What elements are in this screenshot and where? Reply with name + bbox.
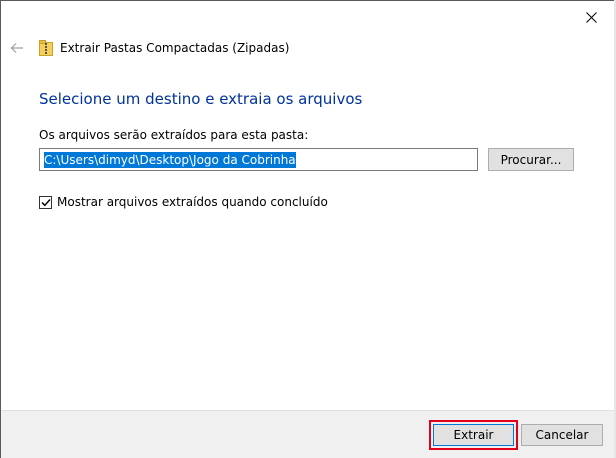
checkmark-icon <box>41 199 51 207</box>
close-button[interactable] <box>568 2 614 32</box>
show-extracted-files-checkbox[interactable] <box>39 196 52 209</box>
destination-path-input[interactable]: C:\Users\dimyd\Desktop\Jogo da Cobrinha <box>39 148 478 171</box>
extract-wizard-window: Extrair Pastas Compactadas (Zipadas) Sel… <box>0 0 616 458</box>
back-arrow-icon <box>10 43 23 53</box>
selected-path-text: C:\Users\dimyd\Desktop\Jogo da Cobrinha <box>44 151 296 168</box>
destination-folder-label: Os arquivos serão extraídos para esta pa… <box>39 128 309 142</box>
main-instruction: Selecione um destino e extraia os arquiv… <box>39 90 363 108</box>
wizard-title: Extrair Pastas Compactadas (Zipadas) <box>60 41 290 55</box>
browse-button[interactable]: Procurar... <box>488 148 574 171</box>
close-icon <box>585 11 597 23</box>
extract-button[interactable]: Extrair <box>433 424 514 446</box>
show-extracted-files-label[interactable]: Mostrar arquivos extraídos quando conclu… <box>57 195 328 209</box>
cancel-button[interactable]: Cancelar <box>521 424 603 446</box>
back-button[interactable] <box>7 39 27 57</box>
zip-folder-icon <box>39 40 53 56</box>
